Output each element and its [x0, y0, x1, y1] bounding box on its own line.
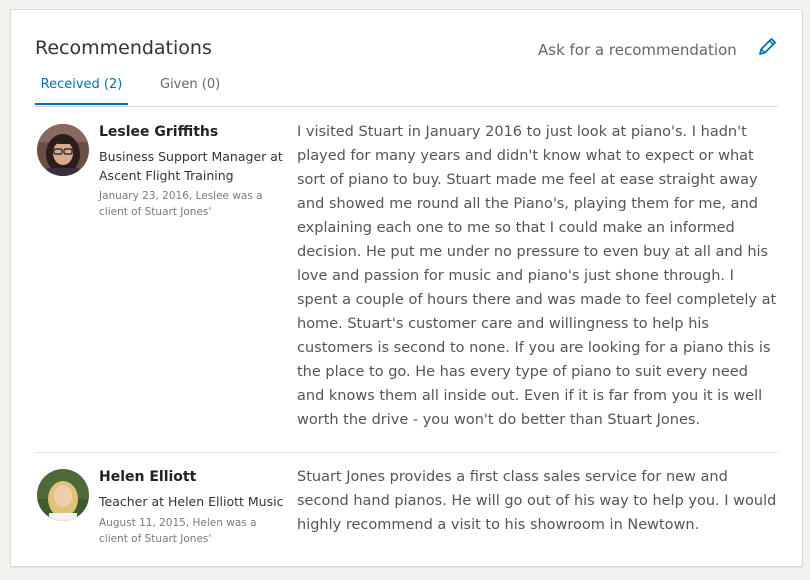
recommender-name[interactable]: Leslee Griffiths [99, 124, 218, 140]
tab-given[interactable]: Given (0) [160, 77, 220, 105]
recommender-headline: Business Support Manager at Ascent Fligh… [99, 149, 283, 183]
recommendation-tabs: Received (2) Given (0) [35, 72, 778, 107]
tab-received[interactable]: Received (2) [35, 77, 128, 105]
avatar[interactable] [37, 469, 89, 521]
recommendation-meta: January 23, 2016, Leslee was a client of… [99, 190, 263, 218]
recommender-headline: Teacher at Helen Elliott Music [99, 494, 284, 509]
avatar[interactable] [37, 124, 89, 176]
recommendation-text: Stuart Jones provides a first class sale… [297, 469, 777, 533]
recommender-name[interactable]: Helen Elliott [99, 469, 196, 485]
recommendations-card: Recommendations Ask for a recommendation… [10, 9, 803, 567]
ask-recommendation-link[interactable]: Ask for a recommendation [538, 41, 737, 59]
recommendation-item: Leslee Griffiths Business Support Manage… [35, 118, 778, 453]
pencil-icon[interactable] [756, 36, 778, 58]
recommendation-meta: August 11, 2015, Helen was a client of S… [99, 517, 257, 545]
recommendation-item: Helen Elliott Teacher at Helen Elliott M… [35, 463, 778, 563]
recommendation-text: I visited Stuart in January 2016 to just… [297, 124, 777, 428]
section-title: Recommendations [35, 37, 212, 59]
